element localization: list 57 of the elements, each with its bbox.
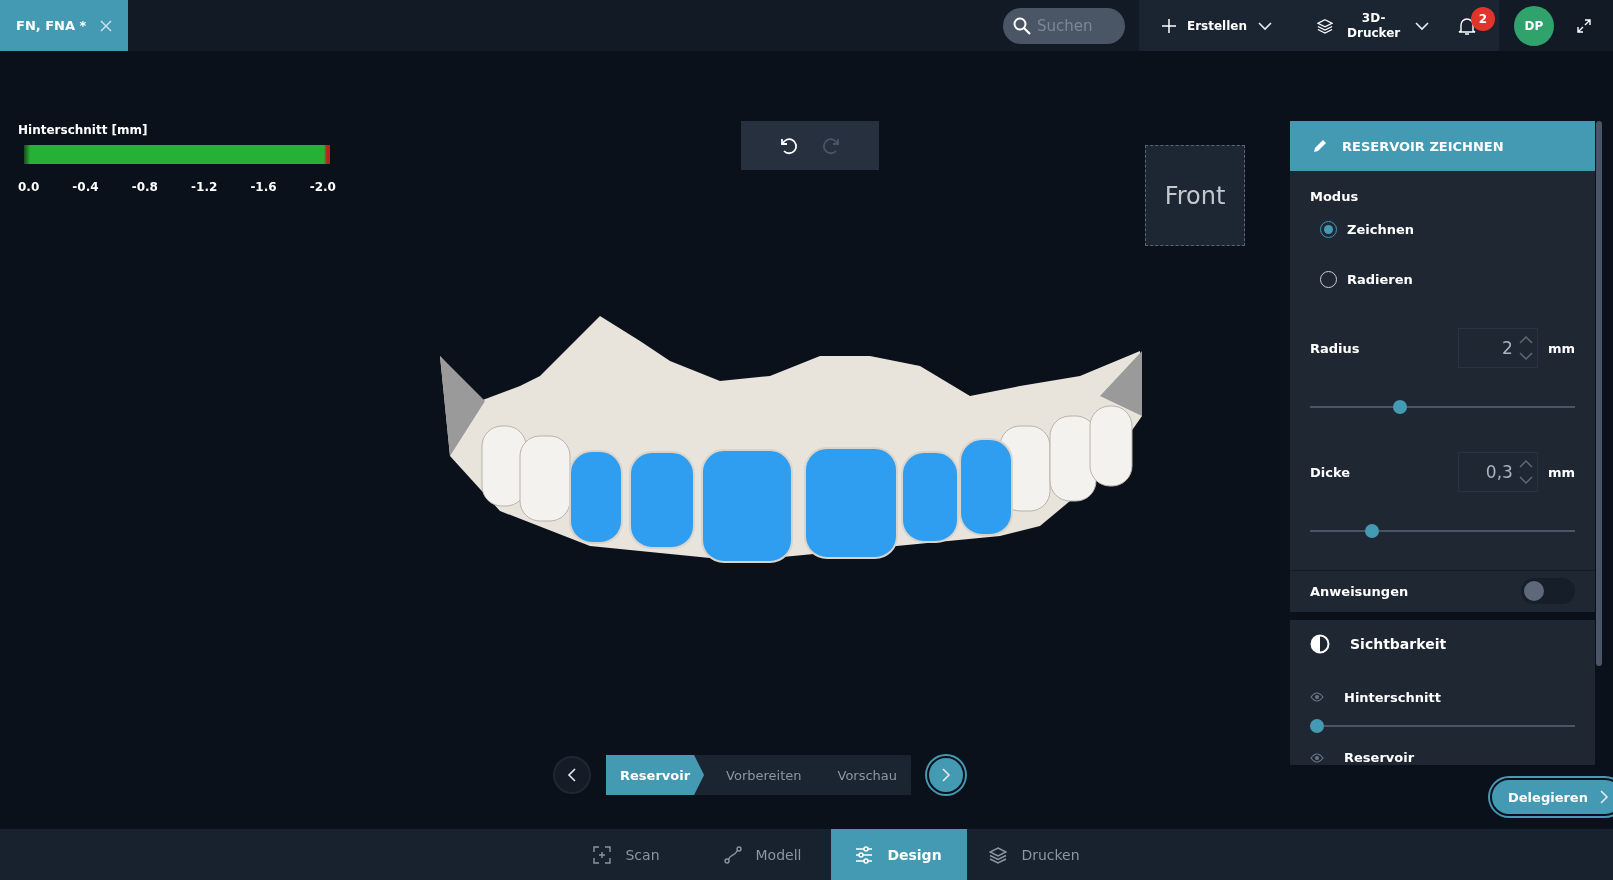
delegate-button[interactable]: Delegieren xyxy=(1490,778,1613,816)
bell-icon xyxy=(1457,15,1477,36)
scale-tick: -0.4 xyxy=(72,180,99,194)
search-icon xyxy=(1012,16,1031,35)
unit-label: mm xyxy=(1547,340,1575,356)
stepper-arrows-icon xyxy=(1518,334,1533,362)
notification-count: 2 xyxy=(1471,7,1495,31)
next-button[interactable] xyxy=(927,756,966,794)
stepper-arrows-icon xyxy=(1518,458,1533,486)
document-tab[interactable]: FN, FNA * xyxy=(0,0,128,51)
toggle-label: Anweisungen xyxy=(1310,583,1409,599)
expand-icon[interactable] xyxy=(1577,18,1591,33)
radio-option[interactable]: Zeichnen xyxy=(1320,204,1575,254)
scrollbar[interactable] xyxy=(1596,121,1602,666)
slider-thumb[interactable] xyxy=(1393,400,1408,414)
close-icon[interactable] xyxy=(100,19,113,32)
workflow-tab[interactable]: Scan xyxy=(558,829,695,880)
panel-title: RESERVOIR ZEICHNEN xyxy=(1342,138,1504,154)
number-field[interactable]: 2 xyxy=(1457,328,1538,368)
radio-option[interactable]: Radieren xyxy=(1320,254,1575,304)
sliders-icon xyxy=(855,845,874,864)
layer-label: Reservoir xyxy=(1344,750,1415,765)
mode-label: Modus xyxy=(1310,189,1360,204)
slider-thumb[interactable] xyxy=(1310,718,1324,733)
section-title: Sichtbarkeit xyxy=(1350,635,1447,652)
notifications-button[interactable]: 2 xyxy=(1435,0,1499,51)
legend-title: Hinterschnitt [mm] xyxy=(18,123,149,137)
pencil-icon xyxy=(1312,138,1328,154)
unit-label: mm xyxy=(1547,464,1575,480)
scan-icon xyxy=(593,845,612,864)
slider-thumb[interactable] xyxy=(1365,524,1380,538)
plus-icon xyxy=(1160,17,1177,34)
eye-icon[interactable] xyxy=(1310,692,1324,703)
workflow-tab[interactable]: Modell xyxy=(694,829,831,880)
layer-label: Hinterschnitt xyxy=(1344,689,1441,705)
scale-tick: -0.8 xyxy=(131,180,158,194)
curve-icon xyxy=(723,845,742,864)
scale-tick: -1.6 xyxy=(250,180,277,194)
scale-tick: -1.2 xyxy=(191,180,218,194)
contrast-icon xyxy=(1310,633,1330,654)
workflow-tab[interactable]: Drucken xyxy=(966,829,1103,880)
parameter-label: Radius xyxy=(1310,340,1360,356)
scale-tick: -2.0 xyxy=(309,180,336,194)
step-tab[interactable]: Reservoir xyxy=(606,755,705,795)
layers-icon xyxy=(1317,17,1333,34)
scale-tick: 0.0 xyxy=(18,180,40,194)
number-field[interactable]: 0,3 xyxy=(1457,452,1538,492)
eye-icon[interactable] xyxy=(1310,752,1324,763)
toggle-switch[interactable] xyxy=(1521,578,1575,605)
view-cube[interactable]: Front xyxy=(1145,145,1245,246)
create-menu[interactable]: Erstellen xyxy=(1138,0,1295,51)
parameter-label: Dicke xyxy=(1310,464,1351,480)
layers-icon xyxy=(989,845,1008,864)
previous-button[interactable] xyxy=(553,756,591,794)
workflow-tab[interactable]: Design xyxy=(830,829,967,880)
user-avatar[interactable]: DP xyxy=(1514,5,1554,46)
printer-menu[interactable]: 3D-Drucker xyxy=(1295,0,1435,51)
